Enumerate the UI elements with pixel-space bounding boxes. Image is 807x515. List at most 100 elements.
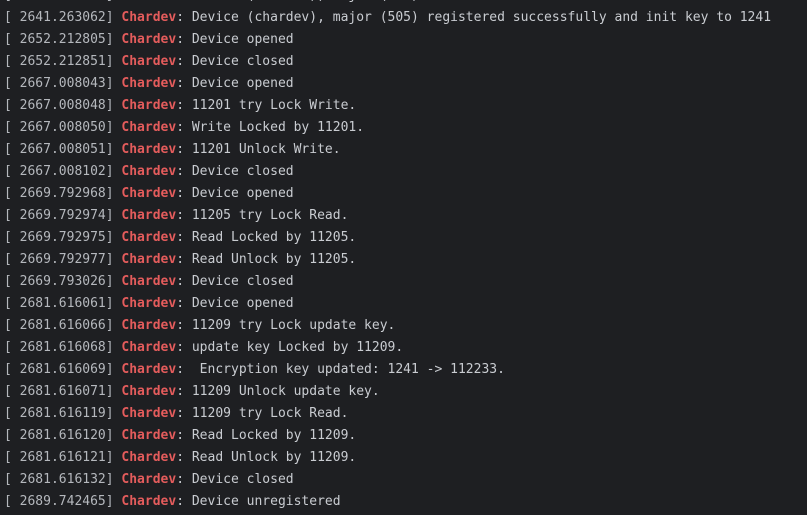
- log-timestamp: [ 2641.263061]: [4, 0, 114, 3]
- log-separator: :: [176, 340, 192, 355]
- log-line[interactable]: [ 2669.792968] Chardev: Device opened: [4, 183, 771, 205]
- log-tag: Chardev: [121, 164, 177, 179]
- log-timestamp: [ 2652.212851]: [4, 54, 114, 69]
- log-tag: Chardev: [121, 362, 177, 377]
- log-message: Device (chardev), major (505) registered…: [191, 10, 772, 25]
- log-tag: Chardev: [121, 10, 177, 25]
- log-tag: Chardev: [121, 186, 177, 201]
- log-tag: Chardev: [121, 384, 177, 399]
- log-separator: :: [176, 76, 192, 91]
- log-line[interactable]: [ 2652.212851] Chardev: Device closed: [4, 51, 771, 73]
- log-separator: :: [176, 252, 192, 267]
- log-separator: :: [176, 142, 192, 157]
- log-separator: :: [176, 230, 192, 245]
- log-message: Device closed: [191, 164, 294, 179]
- log-separator: :: [176, 472, 192, 487]
- log-tag: Chardev: [121, 142, 177, 157]
- log-message: Read Unlock by 11205.: [191, 252, 357, 267]
- log-tag: Chardev: [121, 274, 177, 289]
- log-message: 11201 Unlock Write.: [191, 142, 341, 157]
- log-tag: Chardev: [121, 450, 177, 465]
- log-separator: :: [176, 362, 192, 377]
- log-line[interactable]: [ 2681.616069] Chardev: Encryption key u…: [4, 359, 771, 381]
- log-separator: :: [176, 384, 192, 399]
- log-line[interactable]: [ 2681.616061] Chardev: Device opened: [4, 293, 771, 315]
- log-timestamp: [ 2669.792975]: [4, 230, 114, 245]
- log-message: 11205 try Lock Read.: [191, 208, 349, 223]
- log-separator: :: [176, 10, 192, 25]
- log-line[interactable]: [ 2669.792975] Chardev: Read Locked by 1…: [4, 227, 771, 249]
- log-tag: Chardev: [121, 230, 177, 245]
- log-timestamp: [ 2667.008051]: [4, 142, 114, 157]
- log-line[interactable]: [ 2652.212805] Chardev: Device opened: [4, 29, 771, 51]
- log-tag: Chardev: [121, 208, 177, 223]
- log-message: Encryption key updated: 1241 -> 112233.: [191, 362, 505, 377]
- log-line[interactable]: [ 2641.263061] Chardev: Device (chardev)…: [4, 0, 771, 7]
- log-message: Device opened: [191, 32, 294, 47]
- log-timestamp: [ 2669.792968]: [4, 186, 114, 201]
- log-tag: Chardev: [121, 0, 176, 3]
- log-line[interactable]: [ 2681.616068] Chardev: update key Locke…: [4, 337, 771, 359]
- log-message: Device opened: [191, 186, 294, 201]
- log-timestamp: [ 2669.792977]: [4, 252, 114, 267]
- log-line[interactable]: [ 2689.742465] Chardev: Device unregiste…: [4, 491, 771, 513]
- log-separator: :: [176, 428, 192, 443]
- log-line[interactable]: [ 2667.008043] Chardev: Device opened: [4, 73, 771, 95]
- log-message: Read Locked by 11205.: [191, 230, 357, 245]
- log-line[interactable]: [ 2641.263062] Chardev: Device (chardev)…: [4, 7, 771, 29]
- log-tag: Chardev: [121, 252, 177, 267]
- log-list: [ 2641.263061] Chardev: Device (chardev)…: [4, 0, 771, 513]
- log-message: Write Locked by 11201.: [191, 120, 365, 135]
- log-line[interactable]: [ 2667.008102] Chardev: Device closed: [4, 161, 771, 183]
- log-line[interactable]: [ 2681.616132] Chardev: Device closed: [4, 469, 771, 491]
- log-timestamp: [ 2681.616132]: [4, 472, 114, 487]
- log-timestamp: [ 2681.616120]: [4, 428, 114, 443]
- log-message: Read Unlock by 11209.: [191, 450, 357, 465]
- log-line[interactable]: [ 2681.616066] Chardev: 11209 try Lock u…: [4, 315, 771, 337]
- log-tag: Chardev: [121, 54, 177, 69]
- log-message: 11209 try Lock Read.: [191, 406, 349, 421]
- log-message: Device opened: [191, 76, 294, 91]
- log-line[interactable]: [ 2681.616121] Chardev: Read Unlock by 1…: [4, 447, 771, 469]
- log-timestamp: [ 2667.008102]: [4, 164, 114, 179]
- log-timestamp: [ 2669.792974]: [4, 208, 114, 223]
- log-message: update key Locked by 11209.: [191, 340, 404, 355]
- log-timestamp: [ 2641.263062]: [4, 10, 114, 25]
- log-tag: Chardev: [121, 406, 177, 421]
- log-message: Device (chardev), major (505) r: [192, 0, 435, 3]
- log-tag: Chardev: [121, 32, 177, 47]
- log-timestamp: [ 2667.008050]: [4, 120, 114, 135]
- log-timestamp: [ 2681.616119]: [4, 406, 114, 421]
- log-tag: Chardev: [121, 318, 177, 333]
- log-line[interactable]: [ 2669.793026] Chardev: Device closed: [4, 271, 771, 293]
- log-separator: :: [176, 318, 192, 333]
- log-tag: Chardev: [121, 428, 177, 443]
- log-tag: Chardev: [121, 76, 177, 91]
- log-timestamp: [ 2667.008043]: [4, 76, 114, 91]
- log-timestamp: [ 2681.616068]: [4, 340, 114, 355]
- log-line[interactable]: [ 2667.008050] Chardev: Write Locked by …: [4, 117, 771, 139]
- log-tag: Chardev: [121, 340, 177, 355]
- log-separator: :: [176, 274, 192, 289]
- log-message: Device opened: [191, 296, 294, 311]
- log-line[interactable]: [ 2681.616120] Chardev: Read Locked by 1…: [4, 425, 771, 447]
- log-tag: Chardev: [121, 98, 177, 113]
- log-line[interactable]: [ 2667.008048] Chardev: 11201 try Lock W…: [4, 95, 771, 117]
- log-timestamp: [ 2681.616066]: [4, 318, 114, 333]
- log-separator: :: [176, 406, 192, 421]
- log-tag: Chardev: [121, 494, 177, 509]
- log-timestamp: [ 2681.616121]: [4, 450, 114, 465]
- log-tag: Chardev: [121, 472, 177, 487]
- log-separator: :: [176, 208, 192, 223]
- log-tag: Chardev: [121, 120, 177, 135]
- terminal-output[interactable]: [ 2641.263061] Chardev: Device (chardev)…: [0, 0, 807, 515]
- log-line[interactable]: [ 2669.792977] Chardev: Read Unlock by 1…: [4, 249, 771, 271]
- log-line[interactable]: [ 2681.616071] Chardev: 11209 Unlock upd…: [4, 381, 771, 403]
- log-separator: :: [176, 296, 192, 311]
- log-line[interactable]: [ 2667.008051] Chardev: 11201 Unlock Wri…: [4, 139, 771, 161]
- log-line[interactable]: [ 2681.616119] Chardev: 11209 try Lock R…: [4, 403, 771, 425]
- log-separator: :: [176, 0, 192, 3]
- log-message: Device closed: [191, 54, 294, 69]
- log-line[interactable]: [ 2669.792974] Chardev: 11205 try Lock R…: [4, 205, 771, 227]
- log-message: Device closed: [191, 472, 294, 487]
